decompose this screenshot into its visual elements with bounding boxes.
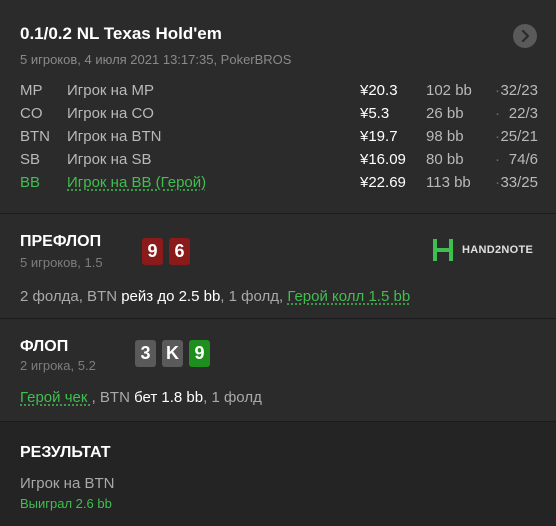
player-stack-money: ¥5.3 xyxy=(360,105,390,122)
result-title: РЕЗУЛЬТАТ xyxy=(20,444,111,461)
preflop-actions: 2 фолда, BTN рейз до 2.5 bb, 1 фолд, Гер… xyxy=(20,288,410,305)
player-stack-bb: 80 bb xyxy=(426,151,464,168)
playing-card: 6 xyxy=(169,238,190,265)
player-stack-money: ¥16.09 xyxy=(360,151,406,168)
player-name[interactable]: Игрок на MP xyxy=(67,82,154,99)
flop-section: ФЛОП 2 игрока, 5.2 3 K 9 Герой чек , BTN… xyxy=(0,319,556,422)
action-text: 2 фолда, BTN xyxy=(20,288,122,305)
preflop-section: ПРЕФЛОП 5 игроков, 1.5 9 6 2 фолда, BTN … xyxy=(0,214,556,319)
player-stats: 22/3 xyxy=(508,105,538,122)
separator-dot: · xyxy=(495,82,500,99)
flop-title: ФЛОП xyxy=(20,338,69,355)
flop-board-cards: 3 K 9 xyxy=(135,340,210,367)
player-stack-bb: 102 bb xyxy=(426,82,472,99)
playing-card: 9 xyxy=(142,238,163,265)
logo-text: HAND2NOTE xyxy=(462,244,534,256)
action-text: , BTN xyxy=(91,389,135,406)
action-bet: бет 1.8 bb xyxy=(134,389,204,406)
player-name[interactable]: Игрок на SB xyxy=(67,151,151,168)
player-position: SB xyxy=(20,151,41,168)
players-table: MP Игрок на MP ¥20.3 102 bb · 32/23 CO И… xyxy=(20,82,540,197)
hand-title: 0.1/0.2 NL Texas Hold'em xyxy=(20,24,222,43)
player-row: BTN Игрок на BTN ¥19.7 98 bb · 25/21 xyxy=(20,128,540,151)
hero-link[interactable]: Герой чек xyxy=(20,389,92,406)
winner-name[interactable]: Игрок на BTN xyxy=(20,475,114,492)
action-raise: рейз до 2.5 bb xyxy=(121,288,221,305)
player-stats: 33/25 xyxy=(500,174,538,191)
player-row: CO Игрок на CO ¥5.3 26 bb · 22/3 xyxy=(20,105,540,128)
separator-dot: · xyxy=(495,128,500,145)
separator-dot: · xyxy=(495,105,500,122)
player-stack-money: ¥20.3 xyxy=(360,82,398,99)
winner-amount: Выиграл 2.6 bb xyxy=(20,496,112,511)
preflop-title: ПРЕФЛОП xyxy=(20,233,102,250)
chevron-right-icon xyxy=(521,30,530,42)
separator-dot: · xyxy=(495,174,500,191)
separator-dot: · xyxy=(495,151,500,168)
player-stats: 25/21 xyxy=(500,128,538,145)
player-name[interactable]: Игрок на CO xyxy=(67,105,154,122)
player-stack-money: ¥19.7 xyxy=(360,128,398,145)
hand-subtitle: 5 игроков, 4 июля 2021 13:17:35, PokerBR… xyxy=(20,52,292,67)
flop-actions: Герой чек , BTN бет 1.8 bb, 1 фолд xyxy=(20,389,262,406)
hero-name[interactable]: Игрок на BB (Герой) xyxy=(67,174,206,191)
preflop-subtitle: 5 игроков, 1.5 xyxy=(20,255,103,270)
player-stack-bb: 26 bb xyxy=(426,105,464,122)
action-call: колл 1.5 bb xyxy=(327,288,411,305)
hand2note-logo: HAND2NOTE xyxy=(432,238,533,262)
action-text: , 1 фолд, xyxy=(220,288,288,305)
action-text: , 1 фолд xyxy=(203,389,262,406)
playing-card: 3 xyxy=(135,340,156,367)
playing-card: K xyxy=(162,340,183,367)
player-position: CO xyxy=(20,105,43,122)
player-stack-money: ¥22.69 xyxy=(360,174,406,191)
player-stack-bb: 113 bb xyxy=(426,174,471,191)
hero-hole-cards: 9 6 xyxy=(142,238,190,265)
player-row: MP Игрок на MP ¥20.3 102 bb · 32/23 xyxy=(20,82,540,105)
player-row-hero: BB Игрок на BB (Герой) ¥22.69 113 bb · 3… xyxy=(20,174,540,197)
hero-link[interactable]: Герой xyxy=(287,288,328,305)
player-stats: 32/23 xyxy=(500,82,538,99)
player-position: MP xyxy=(20,82,43,99)
player-stats: 74/6 xyxy=(508,151,538,168)
player-name[interactable]: Игрок на BTN xyxy=(67,128,161,145)
hand-header: 0.1/0.2 NL Texas Hold'em 5 игроков, 4 ию… xyxy=(0,0,556,214)
flop-subtitle: 2 игрока, 5.2 xyxy=(20,358,96,373)
hand2note-logo-icon xyxy=(433,239,453,261)
playing-card: 9 xyxy=(189,340,210,367)
player-stack-bb: 98 bb xyxy=(426,128,464,145)
player-row: SB Игрок на SB ¥16.09 80 bb · 74/6 xyxy=(20,151,540,174)
player-position: BTN xyxy=(20,128,50,145)
player-position: BB xyxy=(20,174,41,191)
next-hand-button[interactable] xyxy=(513,24,537,48)
